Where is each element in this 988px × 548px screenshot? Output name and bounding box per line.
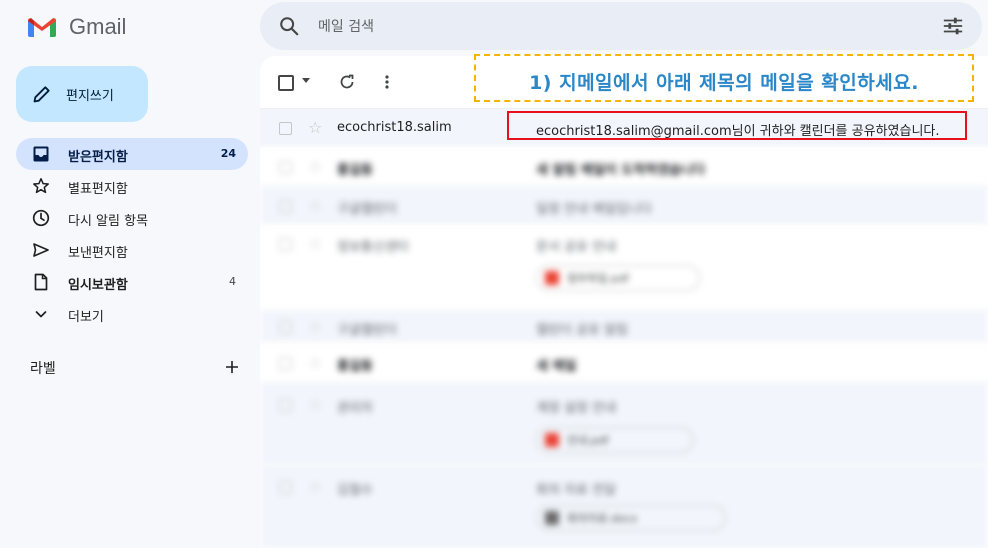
chevron-down-icon — [35, 311, 47, 318]
gmail-m-icon — [28, 18, 56, 37]
attachment-name: 안내.pdf — [567, 434, 609, 447]
clock-icon — [32, 209, 50, 227]
email-sender: 김철수 — [337, 483, 373, 498]
attachment-chip[interactable]: 안내.pdf — [536, 427, 694, 453]
email-sender: ecochrist18.salim — [337, 120, 452, 135]
email-subject: 계정 설정 안내 — [536, 401, 617, 416]
attachment-chip[interactable]: 첨부파일.pdf — [536, 265, 700, 291]
email-subject: 회의 자료 전달 — [536, 483, 617, 498]
instruction-callout: 1) 지메일에서 아래 제목의 메일을 확인하세요. — [474, 54, 974, 102]
search-options-icon[interactable] — [942, 15, 964, 37]
sidebar-item-starred[interactable]: 별표편지함 — [16, 170, 248, 202]
email-row[interactable]: ☆ 정보통신센터 문서 공유 안내 첨부파일.pdf — [260, 224, 988, 311]
row-checkbox[interactable] — [279, 122, 292, 135]
draft-icon — [34, 273, 48, 291]
draft-count: 4 — [229, 275, 236, 288]
unread-count: 24 — [220, 147, 236, 160]
more-vert-icon[interactable] — [378, 73, 396, 91]
email-sender: 관리자 — [337, 401, 373, 416]
email-sender: 구글캘린더 — [337, 202, 397, 217]
row-checkbox[interactable] — [279, 357, 292, 370]
email-subject: 새 알림 메일이 도착하였습니다 — [536, 163, 706, 178]
search-input[interactable] — [316, 14, 880, 40]
row-checkbox[interactable] — [279, 481, 292, 494]
sidebar-item-sent[interactable]: 보낸편지함 — [16, 234, 248, 266]
compose-label: 편지쓰기 — [66, 88, 114, 104]
email-subject: 캘린더 공유 알림 — [536, 323, 628, 338]
sidebar-item-label: 다시 알림 항목 — [68, 214, 149, 229]
star-icon[interactable]: ☆ — [308, 120, 322, 136]
select-all-checkbox[interactable] — [278, 75, 294, 91]
document-icon — [545, 511, 559, 525]
sidebar-item-label: 더보기 — [68, 310, 104, 325]
email-subject: 문서 공유 안내 — [536, 240, 617, 255]
search-icon[interactable] — [278, 15, 300, 37]
gmail-wordmark: Gmail — [69, 14, 127, 39]
sidebar-item-label: 별표편지함 — [68, 182, 128, 197]
star-icon[interactable]: ☆ — [308, 236, 322, 252]
gmail-logo[interactable]: Gmail — [26, 14, 126, 40]
pdf-icon — [545, 271, 559, 285]
send-icon — [33, 243, 49, 257]
email-row[interactable]: ☆ 김철수 회의 자료 전달 회의자료.docx — [260, 464, 988, 548]
star-icon[interactable]: ☆ — [308, 397, 322, 413]
email-row[interactable]: ☆ 구글캘린더 캘린더 공유 알림 — [260, 310, 988, 343]
email-sender: 홍길동 — [337, 359, 373, 374]
sidebar-item-snoozed[interactable]: 다시 알림 항목 — [16, 202, 248, 234]
row-checkbox[interactable] — [279, 321, 292, 334]
labels-header: 라벨 — [30, 358, 248, 382]
email-row[interactable]: ☆ 홍길동 새 메일 — [260, 342, 988, 383]
highlight-box — [507, 111, 967, 140]
sidebar-item-label: 임시보관함 — [68, 278, 128, 293]
attachment-chip[interactable]: 회의자료.docx — [536, 505, 726, 531]
row-checkbox[interactable] — [279, 161, 292, 174]
email-sender: 구글캘린더 — [337, 323, 397, 338]
search-bar[interactable] — [260, 2, 982, 50]
email-subject: 일정 안내 메일입니다 — [536, 202, 652, 217]
email-row[interactable]: ☆ 구글캘린더 일정 안내 메일입니다 — [260, 186, 988, 225]
email-sender: 홍길동 — [337, 163, 373, 178]
row-checkbox[interactable] — [279, 200, 292, 213]
email-row[interactable]: ☆ 홍길동 새 알림 메일이 도착하였습니다 — [260, 146, 988, 187]
refresh-icon[interactable] — [338, 73, 356, 91]
sidebar-item-inbox[interactable]: 받은편지함 24 — [16, 138, 248, 170]
instruction-text: 1) 지메일에서 아래 제목의 메일을 확인하세요. — [529, 71, 919, 94]
email-subject: 새 메일 — [536, 359, 577, 374]
inbox-icon — [33, 146, 49, 162]
attachment-name: 회의자료.docx — [567, 512, 638, 525]
email-row[interactable]: ☆ 관리자 계정 설정 안내 안내.pdf — [260, 382, 988, 465]
star-icon[interactable]: ☆ — [308, 198, 322, 214]
star-icon[interactable]: ☆ — [308, 319, 322, 335]
email-sender: 정보통신센터 — [337, 240, 409, 255]
labels-title: 라벨 — [30, 361, 56, 377]
row-checkbox[interactable] — [279, 399, 292, 412]
sidebar-item-drafts[interactable]: 임시보관함 4 — [16, 266, 248, 298]
star-icon[interactable]: ☆ — [308, 355, 322, 371]
compose-button[interactable]: 편지쓰기 — [16, 66, 148, 122]
add-label-icon[interactable] — [224, 359, 240, 375]
row-checkbox[interactable] — [279, 238, 292, 251]
pdf-icon — [545, 433, 559, 447]
caret-down-icon[interactable] — [302, 78, 310, 84]
sidebar-item-label: 받은편지함 — [68, 150, 128, 165]
sidebar-item-more[interactable]: 더보기 — [16, 298, 248, 330]
attachment-name: 첨부파일.pdf — [567, 272, 629, 285]
star-icon[interactable]: ☆ — [308, 479, 322, 495]
sidebar-nav: 받은편지함 24 별표편지함 다시 알림 항목 보낸편지함 임시보관함 4 더보… — [16, 138, 248, 330]
star-icon — [33, 178, 49, 194]
star-icon[interactable]: ☆ — [308, 159, 322, 175]
pencil-icon — [33, 86, 50, 103]
sidebar-item-label: 보낸편지함 — [68, 246, 128, 261]
